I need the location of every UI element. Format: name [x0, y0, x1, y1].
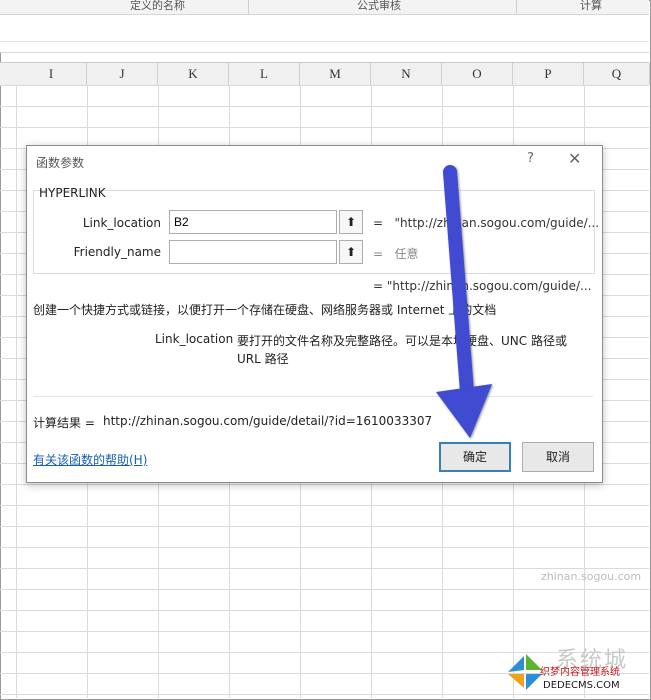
function-help-link[interactable]: 有关该函数的帮助(H)	[33, 451, 147, 468]
function-name: HYPERLINK	[39, 186, 106, 200]
formula-result-value: http://zhinan.sogou.com/guide/detail/?id…	[103, 414, 433, 428]
watermark-url: DEDECMS.COM	[543, 680, 620, 691]
equals-sign: =	[373, 247, 384, 261]
function-arguments-dialog: 函数参数 ? ✕ HYPERLINK Link_location ⬆ = "ht…	[26, 145, 603, 483]
dialog-title: 函数参数	[36, 156, 85, 170]
column-header-n[interactable]: N	[371, 63, 442, 85]
collapse-dialog-icon[interactable]: ⬆	[339, 210, 363, 234]
function-description: 创建一个快捷方式或链接，以便打开一个存储在硬盘、网络服务器或 Internet …	[33, 303, 497, 317]
formula-result-label: 计算结果 =	[33, 416, 95, 430]
overall-result: = "http://zhinan.sogou.com/guide/...	[373, 279, 592, 293]
column-header-o[interactable]: O	[442, 63, 513, 85]
watermark-subtitle: 织梦内容管理系统	[540, 667, 620, 678]
ribbon-group-calculation: 计算	[580, 0, 602, 12]
ok-button[interactable]: 确定	[439, 442, 511, 472]
collapse-dialog-icon[interactable]: ⬆	[339, 240, 363, 264]
dialog-divider	[33, 396, 593, 397]
column-header-row: I J K L M N O P Q	[0, 62, 650, 86]
friendly-name-label: Friendly_name	[73, 245, 161, 259]
friendly-name-value: 任意	[394, 247, 419, 261]
ribbon-group-defined-names: 定义的名称	[130, 0, 185, 12]
help-icon[interactable]: ?	[527, 151, 534, 166]
column-header-k[interactable]: K	[158, 63, 229, 85]
link-location-value: "http://zhinan.sogou.com/guide/...	[394, 216, 600, 230]
link-location-label: Link_location	[82, 216, 161, 230]
link-location-input[interactable]	[169, 210, 337, 234]
formula-bar-divider	[0, 41, 649, 42]
cancel-button[interactable]: 取消	[522, 442, 594, 472]
column-header-l[interactable]: L	[229, 63, 300, 85]
ribbon-group-labels: 定义的名称 公式审核 计算	[0, 0, 649, 15]
parameter-description: 要打开的文件名称及完整路径。可以是本地硬盘、UNC 路径或 URL 路径	[237, 334, 567, 366]
link-location-result: = "http://zhinan.sogou.com/guide/...	[373, 216, 599, 230]
friendly-name-input[interactable]	[169, 240, 337, 264]
ribbon-divider	[516, 0, 517, 14]
parameter-name: Link_location	[155, 332, 234, 346]
column-header-p[interactable]: P	[513, 63, 584, 85]
formula-bar-area[interactable]	[0, 15, 649, 53]
column-header-j[interactable]: J	[87, 63, 158, 85]
equals-sign: =	[373, 216, 384, 230]
column-header-m[interactable]: M	[300, 63, 371, 85]
ribbon-divider	[248, 0, 249, 14]
column-header-q[interactable]: Q	[584, 63, 650, 85]
ribbon-group-formula-auditing: 公式审核	[357, 0, 401, 12]
column-header-i[interactable]: I	[16, 63, 87, 85]
friendly-name-result: = 任意	[373, 245, 419, 262]
close-icon[interactable]: ✕	[568, 149, 581, 168]
background-cell-fragment: zhinan.sogou.com	[541, 570, 642, 583]
